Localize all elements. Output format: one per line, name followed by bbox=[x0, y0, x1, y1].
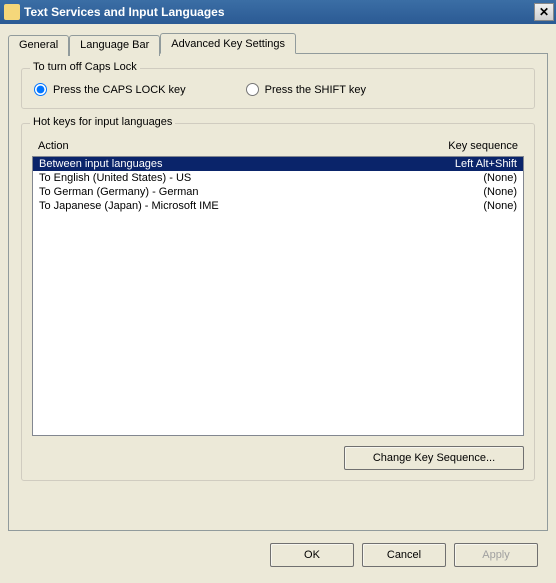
ok-button[interactable]: OK bbox=[270, 543, 354, 567]
window-title: Text Services and Input Languages bbox=[24, 5, 534, 19]
hotkey-row-keyseq: Left Alt+Shift bbox=[407, 158, 517, 170]
radio-caps-lock-input[interactable] bbox=[34, 83, 47, 96]
hotkey-group-title: Hot keys for input languages bbox=[30, 116, 175, 128]
apply-button[interactable]: Apply bbox=[454, 543, 538, 567]
hotkey-row[interactable]: To English (United States) - US(None) bbox=[33, 171, 523, 185]
radio-shift-input[interactable] bbox=[246, 83, 259, 96]
tab-language-bar[interactable]: Language Bar bbox=[69, 35, 160, 56]
radio-shift[interactable]: Press the SHIFT key bbox=[246, 83, 366, 96]
tab-general[interactable]: General bbox=[8, 35, 69, 56]
app-icon bbox=[4, 4, 20, 20]
change-key-sequence-button[interactable]: Change Key Sequence... bbox=[344, 446, 524, 470]
cancel-button[interactable]: Cancel bbox=[362, 543, 446, 567]
title-bar: Text Services and Input Languages ✕ bbox=[0, 0, 556, 24]
dialog-body: General Language Bar Advanced Key Settin… bbox=[0, 24, 556, 575]
caps-radio-row: Press the CAPS LOCK key Press the SHIFT … bbox=[34, 83, 522, 96]
hotkey-listbox[interactable]: Between input languagesLeft Alt+ShiftTo … bbox=[32, 156, 524, 436]
col-keyseq-header: Key sequence bbox=[398, 140, 518, 152]
caps-lock-group: To turn off Caps Lock Press the CAPS LOC… bbox=[21, 68, 535, 109]
hotkey-row-keyseq: (None) bbox=[407, 186, 517, 198]
radio-caps-lock-label: Press the CAPS LOCK key bbox=[53, 84, 186, 96]
tab-row: General Language Bar Advanced Key Settin… bbox=[8, 33, 548, 54]
hotkey-row[interactable]: To Japanese (Japan) - Microsoft IME(None… bbox=[33, 199, 523, 213]
hotkey-row-keyseq: (None) bbox=[407, 172, 517, 184]
col-action-header: Action bbox=[38, 140, 398, 152]
hotkey-row-keyseq: (None) bbox=[407, 200, 517, 212]
hotkey-row-action: To English (United States) - US bbox=[39, 172, 407, 184]
change-button-row: Change Key Sequence... bbox=[32, 446, 524, 470]
tab-advanced-key-settings[interactable]: Advanced Key Settings bbox=[160, 33, 296, 54]
close-button[interactable]: ✕ bbox=[534, 3, 554, 21]
hotkey-row-action: Between input languages bbox=[39, 158, 407, 170]
tab-panel: To turn off Caps Lock Press the CAPS LOC… bbox=[8, 53, 548, 531]
hotkey-row[interactable]: Between input languagesLeft Alt+Shift bbox=[33, 157, 523, 171]
radio-caps-lock[interactable]: Press the CAPS LOCK key bbox=[34, 83, 186, 96]
hotkey-group: Hot keys for input languages Action Key … bbox=[21, 123, 535, 481]
hotkey-row[interactable]: To German (Germany) - German(None) bbox=[33, 185, 523, 199]
dialog-buttons: OK Cancel Apply bbox=[8, 531, 548, 567]
hotkey-row-action: To German (Germany) - German bbox=[39, 186, 407, 198]
close-icon: ✕ bbox=[539, 5, 549, 19]
hotkey-columns: Action Key sequence bbox=[32, 138, 524, 154]
caps-lock-group-title: To turn off Caps Lock bbox=[30, 61, 140, 73]
hotkey-row-action: To Japanese (Japan) - Microsoft IME bbox=[39, 200, 407, 212]
radio-shift-label: Press the SHIFT key bbox=[265, 84, 366, 96]
